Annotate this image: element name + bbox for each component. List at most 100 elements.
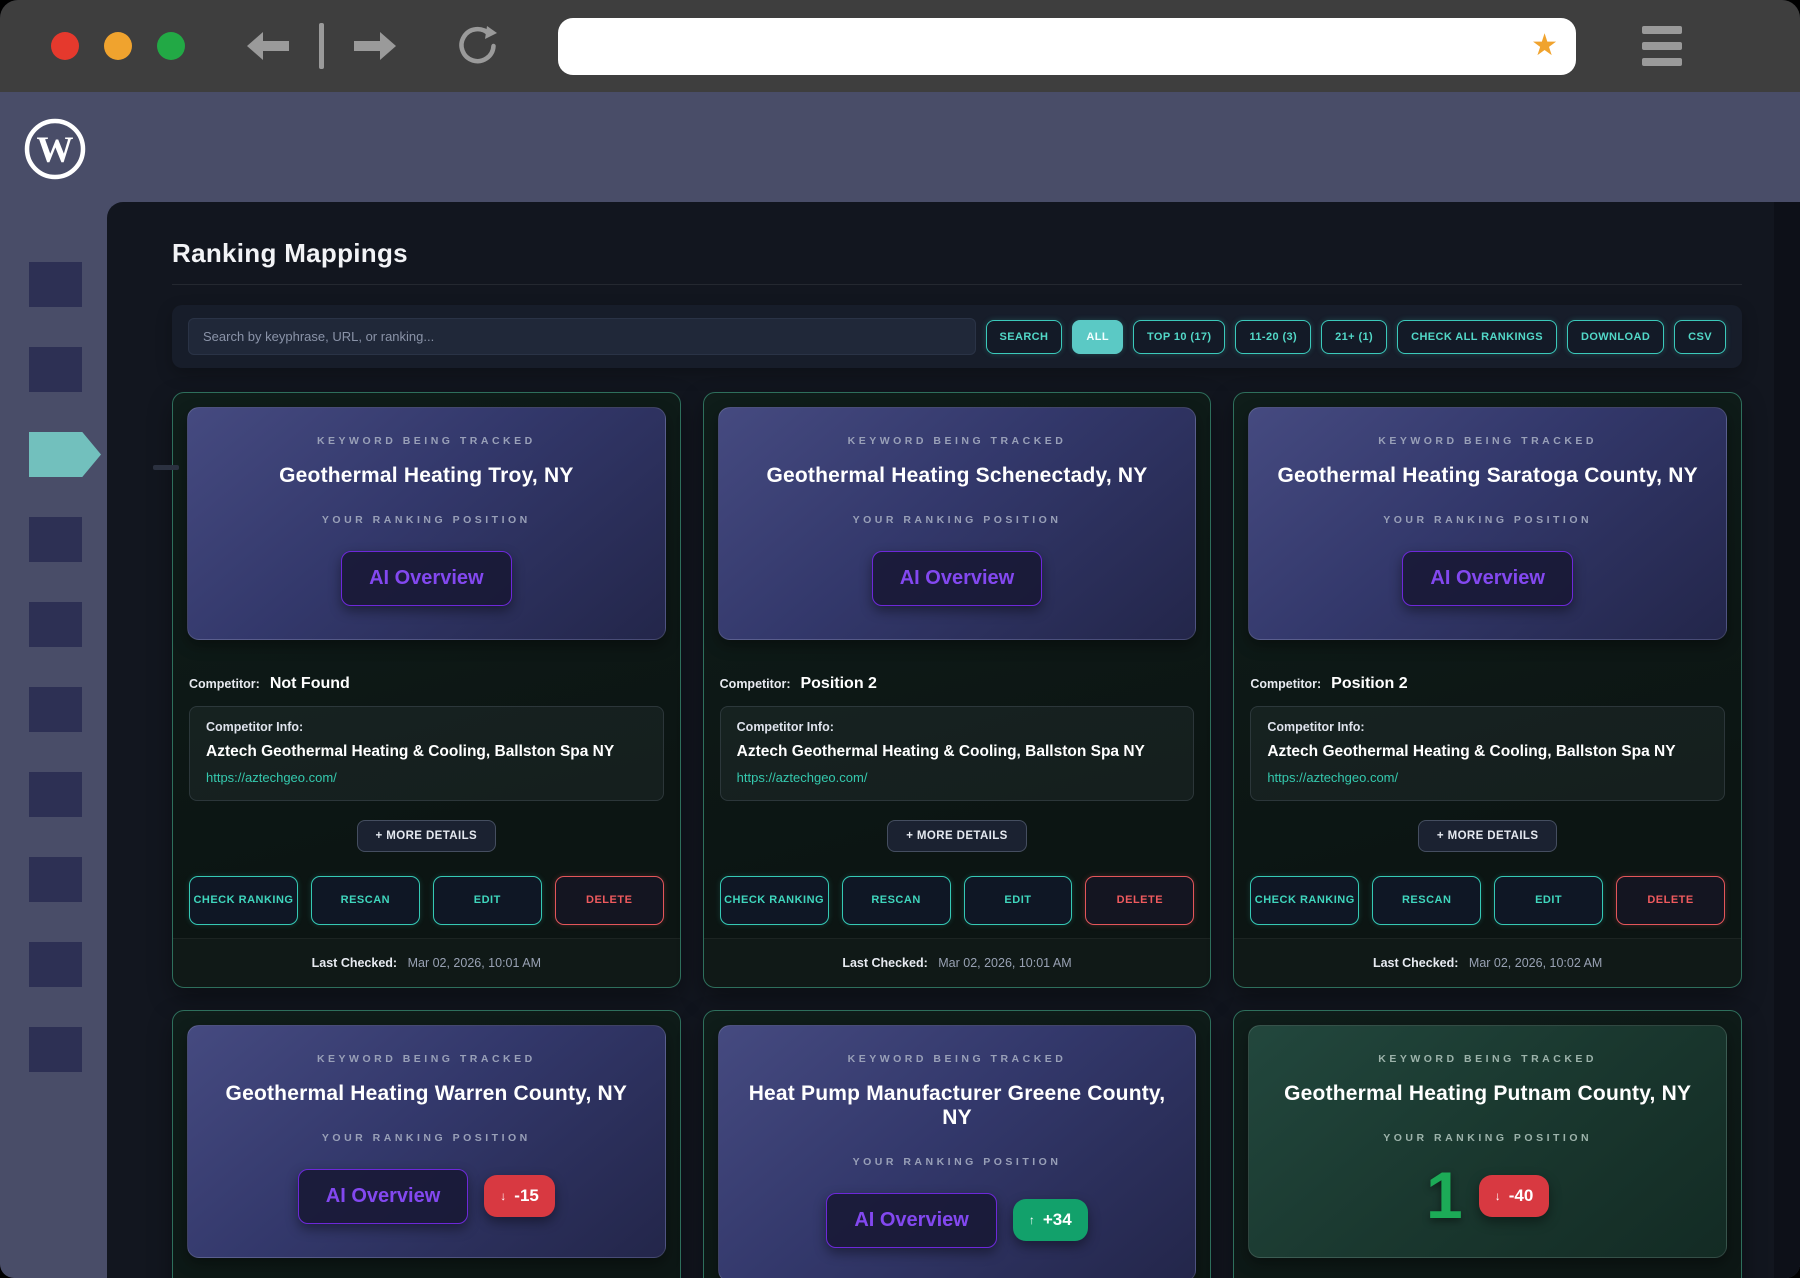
edit-button[interactable]: EDIT — [1494, 876, 1604, 925]
card-body: Competitor: Position 2 Competitor Info: … — [1234, 654, 1741, 925]
keyword-tracked-label: KEYWORD BEING TRACKED — [316, 1053, 536, 1065]
maximize-window-button[interactable] — [157, 32, 185, 60]
card-header: KEYWORD BEING TRACKED Heat Pump Manufact… — [717, 1025, 1197, 1278]
competitor-row: Competitor: Position 2 — [704, 654, 1211, 693]
sidebar-item[interactable] — [29, 772, 82, 817]
reload-icon[interactable] — [456, 24, 500, 68]
ranking-position-label: YOUR RANKING POSITION — [852, 514, 1062, 526]
sidebar-item[interactable] — [29, 517, 82, 562]
keyword-title: Heat Pump Manufacturer Greene County, NY — [748, 1082, 1166, 1129]
competitor-status: Position 2 — [800, 675, 877, 692]
keyword-title: Geothermal Heating Troy, NY — [279, 464, 574, 487]
keyword-tracked-label: KEYWORD BEING TRACKED — [1378, 435, 1598, 447]
ai-overview-button[interactable]: AI Overview — [871, 550, 1043, 606]
more-details-button[interactable]: + MORE DETAILS — [887, 820, 1027, 852]
filter-button-21-1[interactable]: 21+ (1) — [1321, 319, 1388, 354]
rank-change-value: -40 — [1508, 1186, 1534, 1205]
rank-row: AI Overview — [737, 547, 1178, 609]
filter-button-search[interactable]: SEARCH — [985, 319, 1063, 354]
ai-overview-button[interactable]: AI Overview — [341, 550, 512, 606]
card-actions: CHECK RANKING RESCAN EDIT DELETE — [1234, 852, 1741, 925]
rescan-button[interactable]: RESCAN — [310, 876, 420, 925]
rank-number: 1 — [1426, 1158, 1463, 1233]
rescan-button[interactable]: RESCAN — [1372, 876, 1482, 925]
card-header: KEYWORD BEING TRACKED Geothermal Heating… — [187, 1025, 666, 1258]
close-window-button[interactable] — [51, 32, 79, 60]
edit-button[interactable]: EDIT — [432, 876, 542, 925]
competitor-label: Competitor: — [719, 677, 791, 691]
check-ranking-button[interactable]: CHECK RANKING — [1250, 876, 1360, 925]
ranking-card: KEYWORD BEING TRACKED Geothermal Heating… — [1233, 1010, 1742, 1278]
competitor-row: Competitor: Position 2 — [1234, 654, 1741, 693]
delete-button[interactable]: DELETE — [554, 876, 664, 925]
filter-button-all[interactable]: ALL — [1072, 319, 1123, 354]
ranking-position-label: YOUR RANKING POSITION — [1383, 1132, 1593, 1144]
edit-button[interactable]: EDIT — [963, 876, 1073, 925]
back-icon[interactable] — [245, 31, 291, 61]
keyword-tracked-label: KEYWORD BEING TRACKED — [847, 1053, 1067, 1065]
rank-change-arrow-icon: ↓ — [500, 1189, 507, 1203]
rank-change-badge: ↑ +34 — [1012, 1199, 1088, 1241]
filter-button-check-all-rankings[interactable]: CHECK ALL RANKINGS — [1397, 319, 1557, 354]
sidebar-item[interactable] — [29, 1027, 82, 1072]
rank-change-value: -15 — [514, 1186, 539, 1205]
competitor-label: Competitor: — [1250, 677, 1322, 691]
rank-change-arrow-icon: ↑ — [1028, 1213, 1035, 1227]
competitor-info-label: Competitor Info: — [206, 720, 304, 734]
sidebar-item[interactable] — [29, 687, 82, 732]
card-header: KEYWORD BEING TRACKED Geothermal Heating… — [1248, 407, 1727, 640]
card-body: Competitor: Position 2 Competitor Info: … — [704, 654, 1211, 925]
rescan-button[interactable]: RESCAN — [841, 876, 951, 925]
workspace: W Ranking Mappings SEARCH ALL TOP 10 (17) 1… — [0, 92, 1800, 1278]
filter-button-11-20-3[interactable]: 11-20 (3) — [1235, 319, 1312, 354]
keyword-title: Geothermal Heating Warren County, NY — [225, 1082, 628, 1105]
scroll-gutter[interactable] — [1774, 202, 1800, 1278]
filter-button-csv[interactable]: CSV — [1674, 319, 1726, 354]
minimize-window-button[interactable] — [104, 32, 132, 60]
page-title: Ranking Mappings — [172, 238, 408, 268]
sidebar-item[interactable] — [29, 857, 82, 902]
card-header: KEYWORD BEING TRACKED Geothermal Heating… — [187, 407, 666, 640]
card-body: Competitor: Not Found Competitor Info: A… — [173, 654, 680, 925]
url-bar[interactable]: ★ — [558, 17, 1576, 75]
sidebar-item[interactable] — [29, 347, 82, 392]
competitor-info-label: Competitor Info: — [1267, 720, 1365, 734]
competitor-url-link[interactable]: https://aztechgeo.com/ — [206, 770, 647, 785]
url-input[interactable] — [576, 36, 1520, 56]
competitor-url-link[interactable]: https://aztechgeo.com/ — [737, 770, 1178, 785]
menu-icon[interactable] — [1642, 26, 1682, 66]
competitor-status: Position 2 — [1331, 675, 1408, 692]
sidebar-item[interactable] — [29, 602, 82, 647]
competitor-info-label: Competitor Info: — [736, 720, 834, 734]
sidebar-item[interactable] — [29, 942, 82, 987]
competitor-url-link[interactable]: https://aztechgeo.com/ — [1267, 770, 1708, 785]
ranking-card: KEYWORD BEING TRACKED Geothermal Heating… — [172, 392, 681, 988]
more-details-button[interactable]: + MORE DETAILS — [356, 820, 497, 852]
ai-overview-button[interactable]: AI Overview — [297, 1168, 469, 1224]
ai-overview-button[interactable]: AI Overview — [826, 1192, 997, 1248]
competitor-info-panel: Competitor Info: Aztech Geothermal Heati… — [719, 706, 1195, 801]
window-controls — [51, 32, 185, 60]
collapse-tick — [153, 465, 179, 470]
sidebar-item-active[interactable] — [29, 432, 101, 477]
svg-text:W: W — [37, 130, 74, 171]
filter-button-download[interactable]: DOWNLOAD — [1566, 319, 1665, 354]
filter-button-top-10-17[interactable]: TOP 10 (17) — [1132, 319, 1226, 354]
check-ranking-button[interactable]: CHECK RANKING — [189, 876, 298, 925]
bookmark-star-icon[interactable]: ★ — [1531, 31, 1558, 61]
search-input[interactable] — [188, 318, 976, 355]
delete-button[interactable]: DELETE — [1085, 876, 1195, 925]
wordpress-logo[interactable]: W — [24, 118, 86, 180]
check-ranking-button[interactable]: CHECK RANKING — [719, 876, 829, 925]
forward-icon[interactable] — [352, 31, 398, 61]
keyword-tracked-label: KEYWORD BEING TRACKED — [316, 435, 536, 447]
ai-overview-button[interactable]: AI Overview — [1402, 550, 1573, 606]
title-divider — [172, 284, 1742, 285]
competitor-status: Not Found — [269, 675, 350, 692]
more-details-button[interactable]: + MORE DETAILS — [1417, 820, 1558, 852]
ranking-position-label: YOUR RANKING POSITION — [1383, 514, 1593, 526]
rank-row: 1 ↓ -40 — [1267, 1158, 1708, 1233]
rank-change-badge: ↓ -15 — [484, 1175, 555, 1217]
delete-button[interactable]: DELETE — [1616, 876, 1726, 925]
sidebar-item[interactable] — [29, 262, 82, 307]
